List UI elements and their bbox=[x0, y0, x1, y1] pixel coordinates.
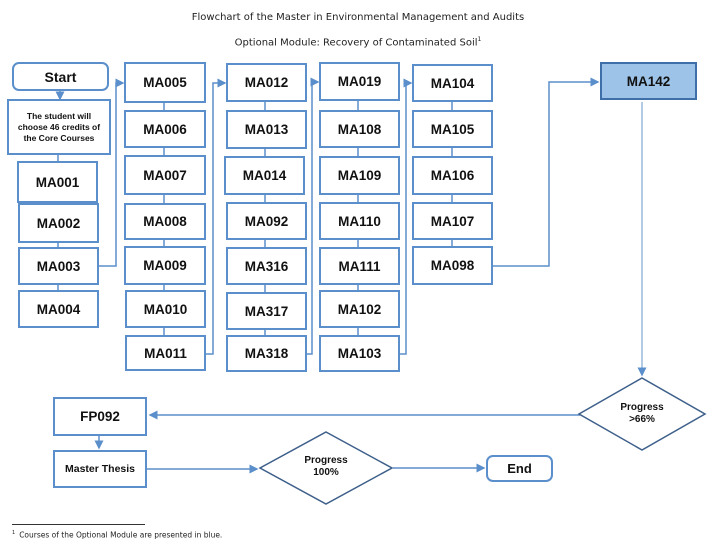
course-box: MA108 bbox=[319, 110, 400, 148]
decision-100-label: Progress 100% bbox=[276, 455, 376, 479]
course-box: MA007 bbox=[124, 155, 206, 195]
course-box: MA003 bbox=[18, 247, 99, 285]
connector-col1-col2 bbox=[206, 78, 227, 355]
footnote-rule bbox=[12, 524, 145, 525]
course-box: MA102 bbox=[319, 290, 400, 328]
optional-course-box: MA142 bbox=[600, 62, 697, 100]
footnote-mark: 1 bbox=[12, 530, 16, 536]
decision-66-line1: Progress bbox=[620, 402, 664, 413]
footnote-mark: 1 bbox=[477, 36, 482, 43]
course-box: MA111 bbox=[319, 247, 400, 285]
course-box: MA001 bbox=[17, 161, 98, 203]
course-box: MA010 bbox=[125, 290, 206, 328]
fp092-box: FP092 bbox=[53, 397, 147, 436]
flowchart-title: Flowchart of the Master in Environmental… bbox=[191, 12, 525, 23]
course-box: MA110 bbox=[319, 202, 400, 240]
decision-100-line2: 100% bbox=[313, 467, 339, 478]
course-box: MA098 bbox=[412, 246, 493, 285]
course-box: MA318 bbox=[226, 335, 307, 372]
end-node: End bbox=[486, 455, 553, 482]
course-box: MA012 bbox=[226, 63, 307, 102]
course-box: MA109 bbox=[319, 156, 400, 195]
intro-node: The student will choose 46 credits of th… bbox=[7, 99, 111, 155]
course-box: MA316 bbox=[226, 247, 307, 285]
course-box: MA019 bbox=[319, 62, 400, 101]
course-box: MA103 bbox=[319, 335, 400, 372]
connector-ma098-ma142 bbox=[493, 77, 600, 267]
course-box: MA092 bbox=[226, 202, 307, 240]
course-box: MA005 bbox=[124, 62, 206, 103]
course-box: MA013 bbox=[226, 110, 307, 149]
course-box: MA006 bbox=[124, 110, 206, 148]
subtitle-text: Optional Module: Recovery of Contaminate… bbox=[234, 37, 478, 49]
master-thesis-box: Master Thesis bbox=[53, 450, 147, 488]
course-box: MA008 bbox=[124, 203, 206, 240]
course-box: MA107 bbox=[412, 202, 493, 240]
footnote-text: Courses of the Optional Module are prese… bbox=[19, 530, 223, 540]
start-node: Start bbox=[12, 62, 109, 91]
decision-66-label: Progress >66% bbox=[592, 402, 692, 426]
course-box: MA011 bbox=[125, 335, 206, 371]
course-box: MA317 bbox=[226, 292, 307, 330]
footnote: 1 Courses of the Optional Module are pres… bbox=[12, 530, 222, 540]
decision-100-line1: Progress bbox=[304, 455, 348, 466]
course-box: MA009 bbox=[124, 246, 206, 285]
course-box: MA014 bbox=[224, 156, 305, 195]
course-box: MA104 bbox=[412, 64, 493, 102]
course-box: MA004 bbox=[18, 290, 99, 328]
connector-col3-col4 bbox=[400, 78, 413, 355]
connector-col2-col3 bbox=[307, 77, 320, 355]
course-box: MA106 bbox=[412, 156, 493, 195]
course-box: MA002 bbox=[18, 203, 99, 243]
flowchart-subtitle: Optional Module: Recovery of Contaminate… bbox=[0, 36, 716, 48]
decision-66-line2: >66% bbox=[629, 414, 655, 425]
course-box: MA105 bbox=[412, 110, 493, 148]
